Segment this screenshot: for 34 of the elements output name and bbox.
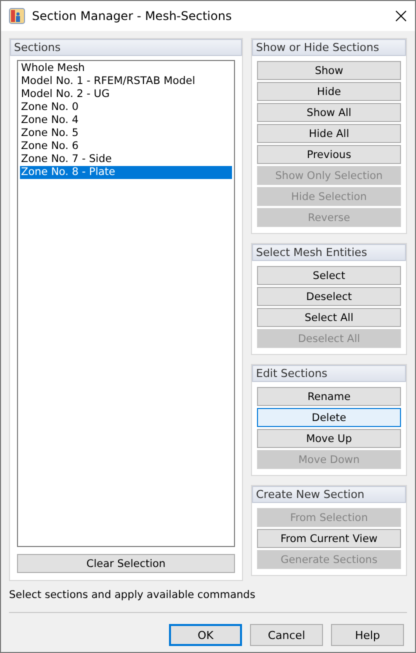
list-item[interactable]: Zone No. 7 - Side (20, 153, 232, 166)
command-button[interactable]: Move Up (257, 429, 401, 448)
dialog-button[interactable]: OK (169, 624, 242, 646)
list-item[interactable]: Model No. 1 - RFEM/RSTAB Model (20, 75, 232, 88)
command-button[interactable]: Show (257, 61, 401, 80)
command-button[interactable]: Hide (257, 82, 401, 101)
list-item[interactable]: Zone No. 5 (20, 127, 232, 140)
group-header: Select Mesh Entities (252, 244, 406, 261)
list-item[interactable]: Whole Mesh (20, 62, 232, 75)
close-icon[interactable] (395, 10, 407, 22)
group-header: Show or Hide Sections (252, 39, 406, 56)
list-item[interactable]: Zone No. 0 (20, 101, 232, 114)
command-button[interactable]: Show All (257, 103, 401, 122)
list-item[interactable]: Zone No. 4 (20, 114, 232, 127)
command-button[interactable]: Deselect (257, 287, 401, 306)
command-button[interactable]: Select (257, 266, 401, 285)
dialog-button[interactable]: Cancel (250, 624, 323, 646)
panel-header: Sections (10, 39, 242, 56)
command-button[interactable]: Rename (257, 387, 401, 406)
command-button[interactable]: From Current View (257, 529, 401, 548)
list-item[interactable]: Zone No. 8 - Plate (20, 166, 232, 179)
clear-selection-button[interactable]: Clear Selection (17, 554, 235, 573)
window-title: Section Manager - Mesh-Sections (32, 9, 233, 23)
app-icon (9, 8, 25, 24)
command-button[interactable]: Select All (257, 308, 401, 327)
list-item[interactable]: Zone No. 6 (20, 140, 232, 153)
group-header: Create New Section (252, 486, 406, 503)
status-text: Select sections and apply available commands (8, 588, 256, 603)
command-button[interactable]: Previous (257, 145, 401, 164)
command-button[interactable]: Hide All (257, 124, 401, 143)
list-item[interactable]: Model No. 2 - UG (20, 88, 232, 101)
group-header: Edit Sections (252, 365, 406, 382)
dialog-button[interactable]: Help (331, 624, 404, 646)
command-button[interactable]: Delete (257, 408, 401, 427)
